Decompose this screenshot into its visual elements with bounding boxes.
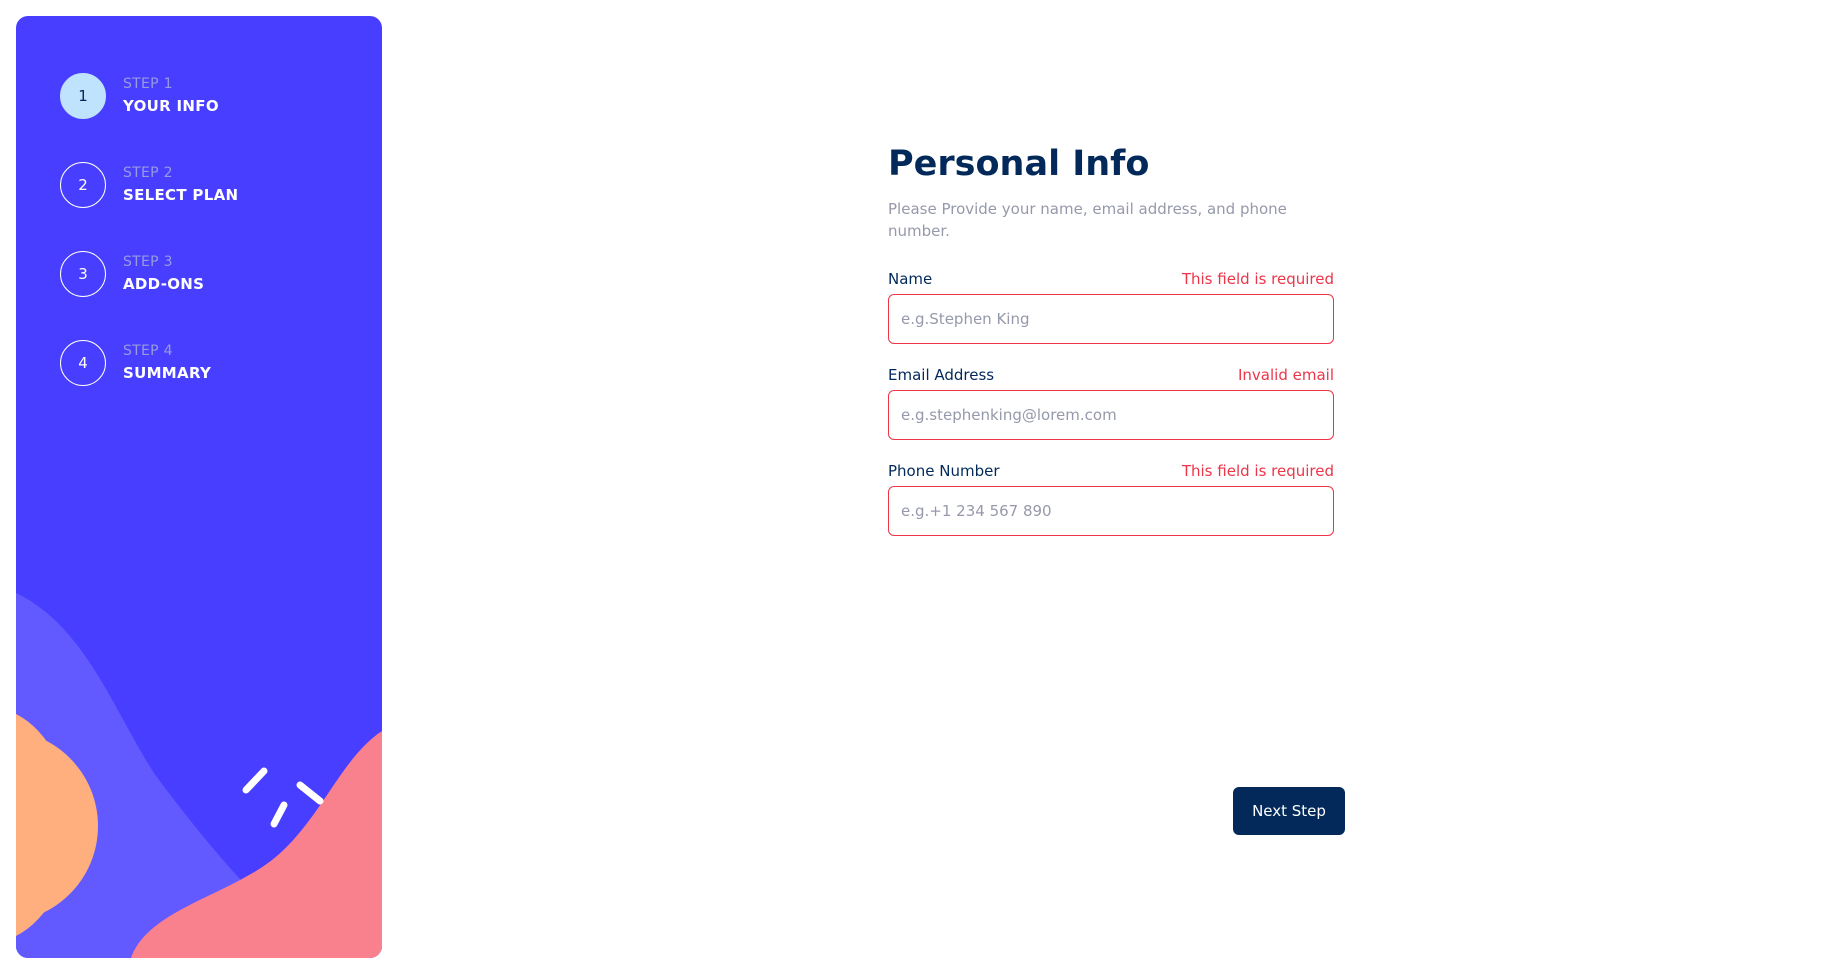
- next-step-button[interactable]: Next Step: [1233, 787, 1345, 835]
- step-sub-label: STEP 2: [123, 165, 173, 181]
- step-title: YOUR INFO: [123, 97, 219, 115]
- email-error: Invalid email: [1238, 366, 1334, 384]
- step-your-info[interactable]: 1 STEP 1 YOUR INFO: [60, 72, 238, 120]
- step-title: SELECT PLAN: [123, 186, 239, 204]
- sparkle-line-1: [242, 767, 268, 794]
- personal-info-form: Personal Info Please Provide your name, …: [888, 140, 1348, 536]
- step-number: 1: [60, 73, 106, 119]
- email-input[interactable]: [888, 390, 1334, 440]
- name-field-group: Name This field is required: [888, 270, 1348, 344]
- step-number: 4: [60, 340, 106, 386]
- sparkle-line-2: [296, 781, 324, 805]
- sidebar: 1 STEP 1 YOUR INFO 2 STEP 2 SELECT PLAN …: [16, 16, 382, 958]
- step-add-ons[interactable]: 3 STEP 3 ADD-ONS: [60, 250, 238, 298]
- page-title: Personal Info: [888, 144, 1150, 184]
- step-list: 1 STEP 1 YOUR INFO 2 STEP 2 SELECT PLAN …: [60, 72, 238, 428]
- email-field-group: Email Address Invalid email: [888, 366, 1348, 440]
- step-summary[interactable]: 4 STEP 4 SUMMARY: [60, 339, 238, 387]
- step-title: SUMMARY: [123, 364, 212, 382]
- name-label: Name: [888, 270, 933, 288]
- phone-error: This field is required: [1181, 462, 1334, 480]
- step-sub-label: STEP 1: [123, 76, 173, 92]
- name-input[interactable]: [888, 294, 1334, 344]
- email-label: Email Address: [888, 366, 995, 384]
- phone-field-group: Phone Number This field is required: [888, 462, 1348, 536]
- step-title: ADD-ONS: [123, 275, 205, 293]
- step-sub-label: STEP 4: [123, 343, 173, 359]
- phone-label: Phone Number: [888, 462, 1000, 480]
- sparkle-line-3: [270, 801, 288, 828]
- step-sub-label: STEP 3: [123, 254, 173, 270]
- page-subtitle: Please Provide your name, email address,…: [888, 200, 1287, 240]
- phone-input[interactable]: [888, 486, 1334, 536]
- step-number: 2: [60, 162, 106, 208]
- step-number: 3: [60, 251, 106, 297]
- name-error: This field is required: [1181, 270, 1334, 288]
- step-select-plan[interactable]: 2 STEP 2 SELECT PLAN: [60, 161, 238, 209]
